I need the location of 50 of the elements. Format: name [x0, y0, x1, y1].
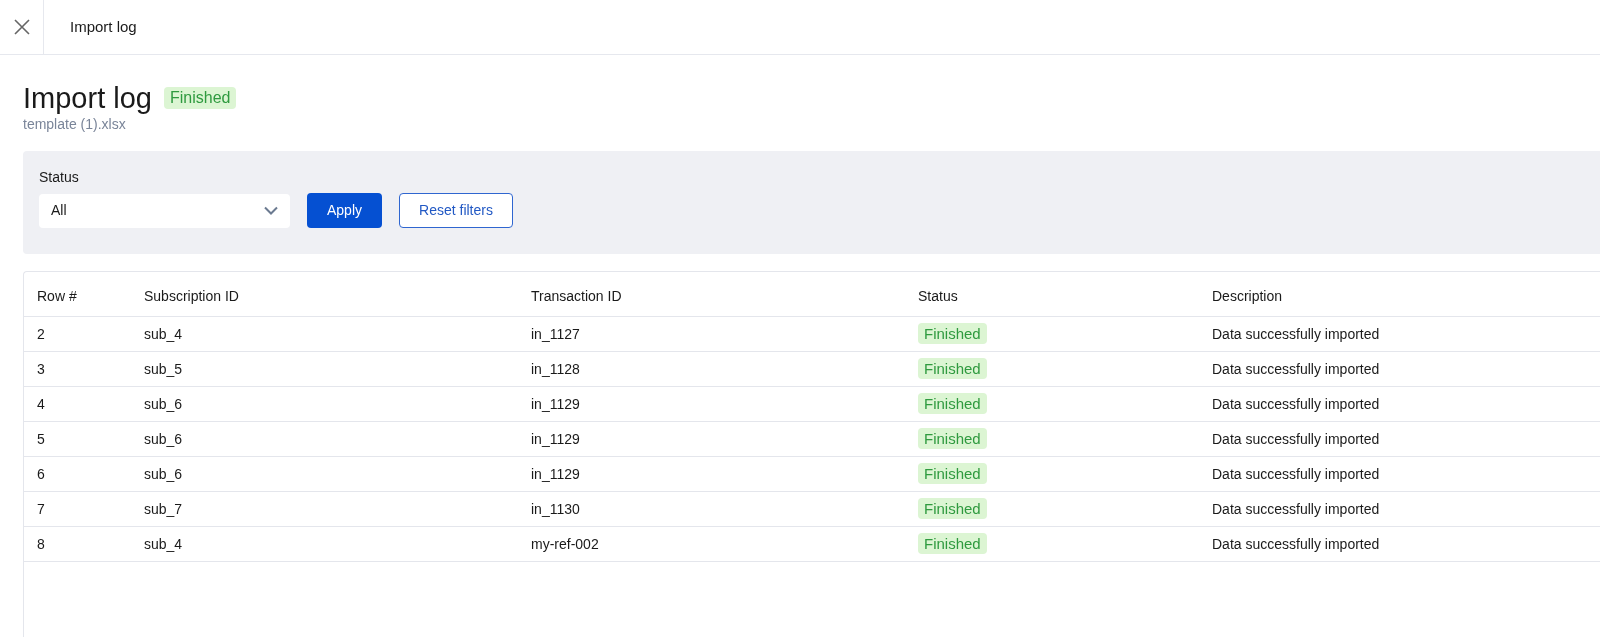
page-title: Import log — [23, 81, 152, 115]
table-cell: 7 — [37, 500, 45, 517]
status-badge: Finished — [918, 498, 987, 519]
table-cell: Data successfully imported — [1212, 360, 1380, 377]
table-cell: in_1127 — [531, 325, 580, 342]
status-badge: Finished — [918, 393, 987, 414]
table-cell: Data successfully imported — [1212, 325, 1380, 342]
table-cell: 4 — [37, 395, 45, 412]
table-cell: sub_7 — [144, 500, 183, 517]
table-cell: Data successfully imported — [1212, 500, 1380, 517]
status-badge: Finished — [918, 533, 987, 554]
filter-label: Status — [39, 168, 80, 187]
table-cell: my-ref-002 — [531, 535, 599, 552]
table-cell: in_1128 — [531, 360, 580, 377]
table-cell: sub_6 — [144, 465, 183, 482]
table-cell: 5 — [37, 430, 45, 447]
table-cell: 6 — [37, 465, 45, 482]
file-name: template (1).xlsx — [23, 115, 127, 133]
table-cell: in_1129 — [531, 395, 580, 412]
status-badge: Finished — [918, 323, 987, 344]
status-badge: Finished — [918, 428, 987, 449]
table-cell: in_1130 — [531, 500, 580, 517]
status-badge: Finished — [163, 87, 237, 109]
table-cell: Data successfully imported — [1212, 430, 1380, 447]
column-header: Status — [918, 288, 958, 304]
reset-filters-button[interactable]: Reset filters — [399, 193, 513, 228]
table-cell: in_1129 — [531, 430, 580, 447]
status-dropdown[interactable]: All — [39, 193, 290, 228]
table-cell: 2 — [37, 325, 45, 342]
table-cell: Data successfully imported — [1212, 465, 1380, 482]
column-header: Subscription ID — [144, 288, 239, 304]
table-cell: in_1129 — [531, 465, 580, 482]
table-cell: sub_6 — [144, 395, 183, 412]
status-badge: Finished — [918, 463, 987, 484]
table-cell: sub_5 — [144, 360, 183, 377]
chevron-down-icon — [264, 206, 278, 215]
table-cell: Data successfully imported — [1212, 535, 1380, 552]
status-badge: Finished — [918, 358, 987, 379]
apply-button[interactable]: Apply — [307, 193, 383, 228]
table-cell: sub_4 — [144, 325, 183, 342]
column-header: Transaction ID — [531, 288, 622, 304]
column-header: Description — [1212, 288, 1283, 304]
table-cell: sub_6 — [144, 430, 183, 447]
table-cell: Data successfully imported — [1212, 395, 1380, 412]
table-cell: 3 — [37, 360, 45, 377]
close-icon[interactable] — [12, 18, 31, 36]
table-cell: sub_4 — [144, 535, 183, 552]
column-header: Row # — [37, 288, 77, 304]
table-cell: 8 — [37, 535, 45, 552]
header-title: Import log — [70, 16, 137, 37]
